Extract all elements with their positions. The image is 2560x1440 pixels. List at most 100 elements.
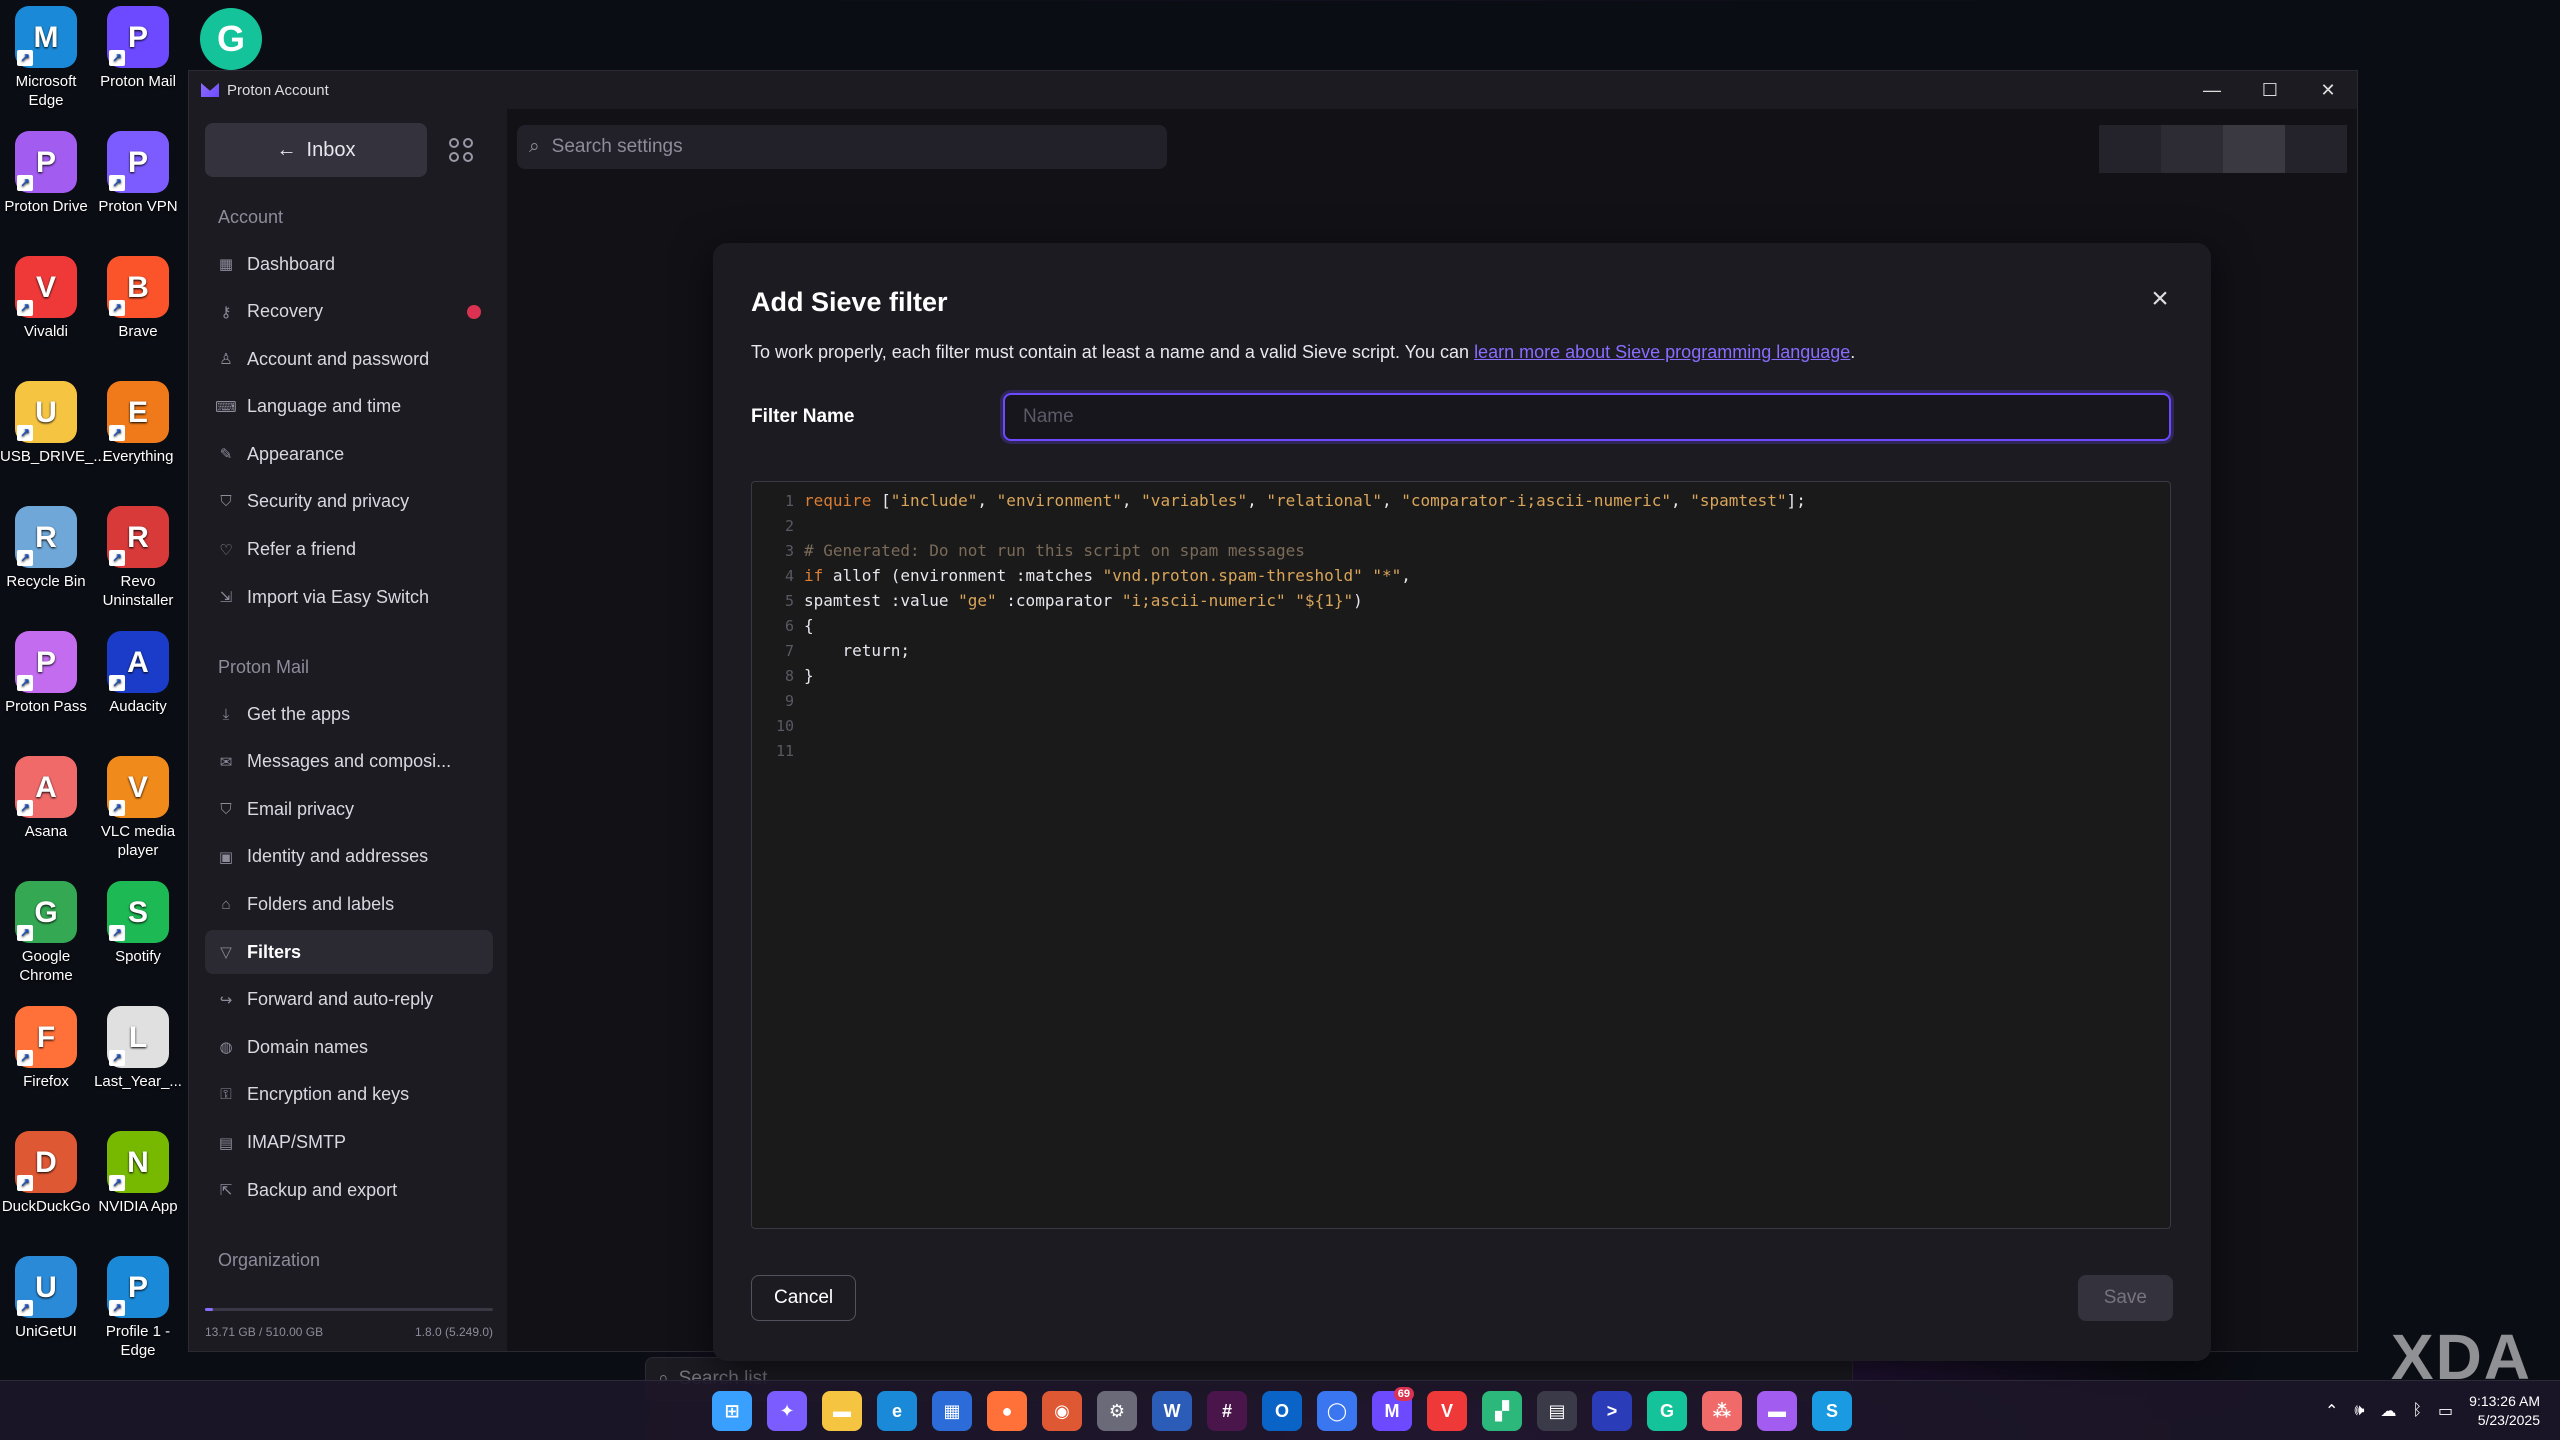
word-icon[interactable]: W (1152, 1391, 1192, 1431)
desktop-shortcut[interactable]: P ↗ Proton Mail (92, 6, 184, 91)
proton-mail-icon[interactable]: M 69 (1372, 1387, 1414, 1431)
toolbar-block[interactable] (2099, 125, 2161, 173)
outlook-icon[interactable]: O (1262, 1391, 1302, 1431)
desktop-shortcut[interactable]: P ↗ Profile 1 - Edge (92, 1256, 184, 1360)
tiles-icon[interactable]: ▞ (1482, 1391, 1522, 1431)
desktop-shortcut[interactable]: P ↗ Proton Drive (0, 131, 92, 216)
desktop-shortcut[interactable]: U ↗ UniGetUI (0, 1256, 92, 1341)
desktop-icons: M ↗ Microsoft Edge P ↗ Proton Mail P ↗ Proton Dr… (0, 0, 190, 1380)
clock[interactable]: 9:13:26 AM 5/23/2025 (2469, 1392, 2540, 1430)
save-button[interactable]: Save (2077, 1275, 2173, 1321)
windows-start-icon[interactable]: ⊞ (712, 1391, 752, 1431)
sidebar-item-identity-and-addresses[interactable]: ▣ Identity and addresses (205, 835, 493, 879)
sidebar-item-language-and-time[interactable]: ⌨ Language and time (205, 385, 493, 429)
firefox-icon[interactable]: ● (987, 1391, 1027, 1431)
network-icon[interactable]: ▭ (2438, 1401, 2453, 1421)
sidebar-item-messages-and-composi[interactable]: ✉ Messages and composi... (205, 740, 493, 784)
audacity-icon: A ↗ (107, 631, 169, 693)
inbox-button[interactable]: ← Inbox (205, 123, 427, 177)
toolbar-block[interactable] (2223, 125, 2285, 173)
desktop-shortcut[interactable]: S ↗ Spotify (92, 881, 184, 966)
desktop-shortcut[interactable]: P ↗ Proton Pass (0, 631, 92, 716)
sidebar-item-imap-smtp[interactable]: ▤ IMAP/SMTP (205, 1121, 493, 1165)
sieve-code-editor[interactable]: 1 require ["include", "environment", "var… (751, 481, 2171, 1229)
sidebar-item-get-the-apps[interactable]: ⤓ Get the apps (205, 692, 493, 736)
desktop-shortcut[interactable]: G ↗ Google Chrome (0, 881, 92, 985)
calculator-icon[interactable]: ▤ (1537, 1391, 1577, 1431)
desktop-shortcut[interactable]: A ↗ Asana (0, 756, 92, 841)
forward-icon: ↪ (219, 991, 233, 1009)
minimize-button[interactable]: — (2183, 71, 2241, 109)
sidebar-item-email-privacy[interactable]: ⛉ Email privacy (205, 787, 493, 831)
sieve-docs-link[interactable]: learn more about Sieve programming langu… (1474, 342, 1850, 362)
asana-icon[interactable]: ⁂ (1702, 1391, 1742, 1431)
desktop-shortcut[interactable]: N ↗ NVIDIA App (92, 1131, 184, 1216)
desktop-shortcut[interactable]: R ↗ Recycle Bin (0, 506, 92, 591)
sidebar-item-refer-a-friend[interactable]: ♡ Refer a friend (205, 528, 493, 572)
desktop-shortcut[interactable]: F ↗ Firefox (0, 1006, 92, 1091)
sidebar-item-import-via-easy-switch[interactable]: ⇲ Import via Easy Switch (205, 575, 493, 619)
search-settings-input[interactable]: ⌕ Search settings (517, 125, 1167, 169)
grammarly-icon[interactable]: G (1647, 1391, 1687, 1431)
sidebar-item-folders-and-labels[interactable]: ⌂ Folders and labels (205, 883, 493, 927)
app-switcher-icon[interactable] (449, 138, 473, 162)
close-window-button[interactable]: ✕ (2299, 71, 2357, 109)
copilot-icon[interactable]: ✦ (767, 1391, 807, 1431)
desktop-shortcut[interactable]: E ↗ Everything (92, 381, 184, 466)
slack-icon[interactable]: # (1207, 1391, 1247, 1431)
sidebar-item-label: Messages and composi... (247, 751, 452, 772)
desktop-shortcut-label: DuckDuckGo (1, 1198, 91, 1215)
vivaldi-icon[interactable]: V (1427, 1391, 1467, 1431)
sidebar-item-label: Dashboard (247, 253, 336, 274)
sidebar-item-encryption-and-keys[interactable]: ⚿ Encryption and keys (205, 1073, 493, 1117)
sidebar-item-forward-and-auto-reply[interactable]: ↪ Forward and auto-reply (205, 978, 493, 1022)
storage-bar-fill (205, 1308, 213, 1311)
desktop-shortcut[interactable]: A ↗ Audacity (92, 631, 184, 716)
desktop-shortcut[interactable]: P ↗ Proton VPN (92, 131, 184, 216)
sticky-icon[interactable]: S (1812, 1391, 1852, 1431)
sidebar-item-security-and-privacy[interactable]: ⛉ Security and privacy (205, 480, 493, 524)
desktop-shortcut[interactable]: U ↗ USB_DRIVE_... (0, 381, 106, 466)
sidebar-item-account-and-password[interactable]: ♙ Account and password (205, 337, 493, 381)
storage-bar (205, 1308, 493, 1311)
desktop-shortcut[interactable]: B ↗ Brave (92, 256, 184, 341)
desktop-shortcut[interactable]: R ↗ Revo Uninstaller (92, 506, 184, 610)
line-number: 10 (775, 716, 794, 735)
terminal-icon[interactable]: > (1592, 1391, 1632, 1431)
bluetooth-icon[interactable]: ᛒ (2412, 1402, 2422, 1420)
sidebar-item-backup-and-export[interactable]: ⇱ Backup and export (205, 1168, 493, 1212)
filter-name-input[interactable] (1003, 393, 2171, 441)
signal-icon[interactable]: ◯ (1317, 1391, 1357, 1431)
chevron-up-icon[interactable]: ⌃ (2325, 1401, 2338, 1421)
close-icon[interactable]: × (2147, 284, 2173, 314)
toolbar-block[interactable] (2161, 125, 2223, 173)
desktop-shortcut[interactable]: V ↗ VLC media player (92, 756, 184, 860)
sidebar-item-recovery[interactable]: ⚷ Recovery (205, 290, 493, 334)
desktop-shortcut[interactable]: V ↗ Vivaldi (0, 256, 92, 341)
maximize-button[interactable]: ☐ (2241, 71, 2299, 109)
desktop-shortcut[interactable]: M ↗ Microsoft Edge (0, 6, 92, 110)
edge-icon[interactable]: e (877, 1391, 917, 1431)
duckduckgo-icon[interactable]: ◉ (1042, 1391, 1082, 1431)
heart-icon: ♡ (219, 541, 233, 559)
desktop-shortcut[interactable]: L ↗ Last_Year_... (92, 1006, 184, 1091)
store-icon[interactable]: ▦ (932, 1391, 972, 1431)
cancel-button[interactable]: Cancel (751, 1275, 857, 1321)
speaker-icon[interactable]: 🕪 (2354, 1402, 2364, 1420)
shortcut-arrow-icon: ↗ (109, 425, 125, 441)
onedrive-icon[interactable]: ☁ (2380, 1401, 2396, 1421)
sidebar-item-dashboard[interactable]: ▦ Dashboard (205, 242, 493, 286)
folder-icon[interactable]: ▬ (1757, 1391, 1797, 1431)
desktop-shortcut-label: Vivaldi (24, 323, 68, 340)
shortcut-arrow-icon: ↗ (17, 1300, 33, 1316)
desktop-shortcut[interactable]: D ↗ DuckDuckGo (0, 1131, 92, 1216)
grammarly-desktop-icon[interactable]: G (200, 8, 262, 70)
sidebar-item-appearance[interactable]: ✎ Appearance (205, 432, 493, 476)
sidebar-item-domain-names[interactable]: ◍ Domain names (205, 1025, 493, 1069)
toolbar-block[interactable] (2285, 125, 2347, 173)
file-explorer-icon[interactable]: ▬ (822, 1391, 862, 1431)
sidebar-item-filters[interactable]: ▽ Filters (205, 930, 493, 975)
settings-icon[interactable]: ⚙ (1097, 1391, 1137, 1431)
proton-mail-icon: P ↗ (107, 6, 169, 68)
import-icon: ⇲ (219, 589, 233, 607)
